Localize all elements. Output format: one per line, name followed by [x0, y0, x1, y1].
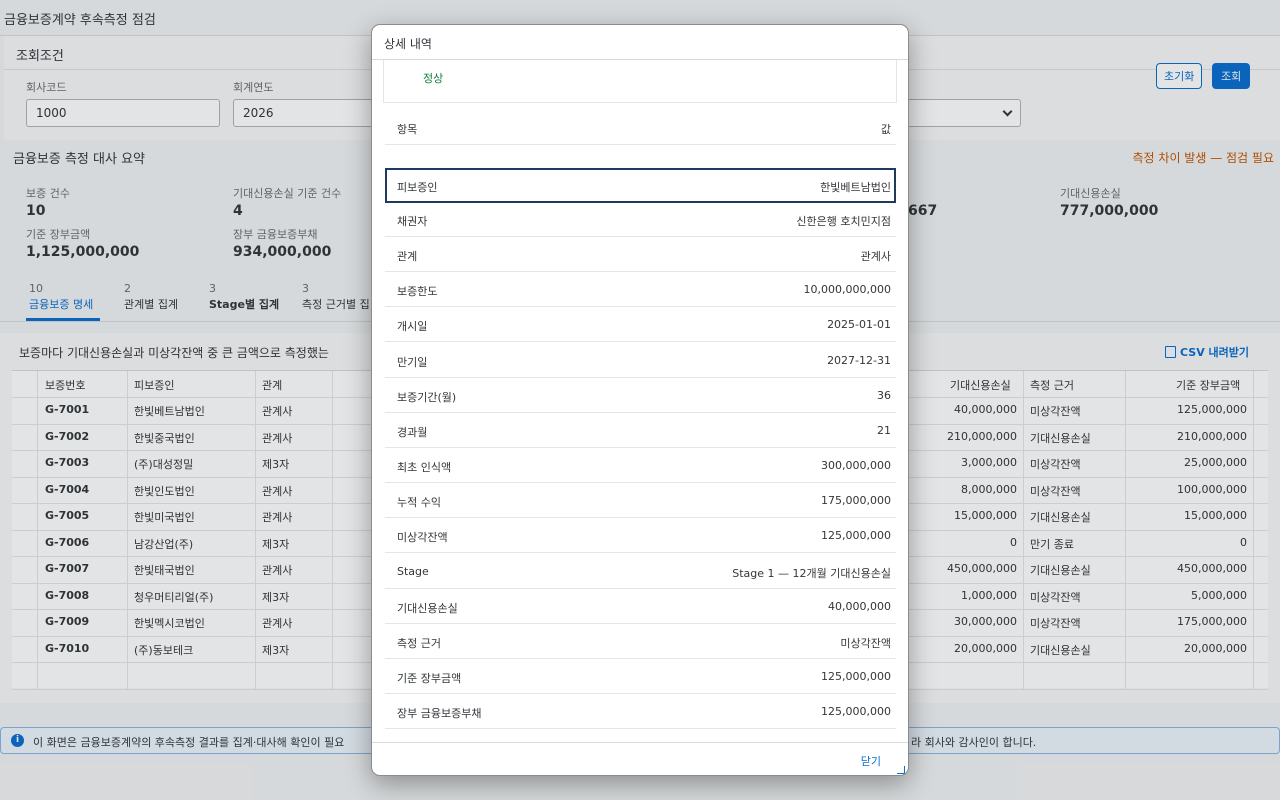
detail-row[interactable]: 측정 근거 미상각잔액	[385, 624, 896, 659]
detail-row[interactable]: 보증한도 10,000,000,000	[385, 272, 896, 308]
detail-value: 2025-01-01	[827, 318, 891, 332]
detail-value: 21	[877, 423, 891, 437]
dialog-header: 상세 내역	[372, 25, 908, 60]
detail-row[interactable]: 개시일 2025-01-01	[385, 307, 896, 343]
detail-row[interactable]: 피보증인 한빛베트남법인	[385, 168, 896, 203]
detail-header-key: 항목	[397, 123, 418, 136]
detail-row[interactable]: 장부 금융보증부채 125,000,000	[385, 694, 896, 730]
detail-row[interactable]: 보증기간(월) 36	[385, 378, 896, 413]
dialog-body[interactable]: 정상 항목 값 피보증인 한빛베트남법인채권자 신한은행 호치민지점관계 관계사보증한…	[372, 60, 908, 742]
detail-row[interactable]: 최초 인식액 300,000,000	[385, 448, 896, 484]
dialog-title: 상세 내역	[384, 37, 432, 51]
status-box: 정상	[383, 60, 897, 103]
detail-value: 40,000,000	[828, 599, 891, 613]
detail-row[interactable]: Stage Stage 1 — 12개월 기대신용손실	[385, 554, 896, 589]
detail-value: 신한은행 호치민지점	[796, 215, 891, 228]
detail-row[interactable]: 관계 관계사	[385, 237, 896, 273]
detail-key: 측정 근거	[397, 636, 441, 650]
close-button[interactable]: 닫기	[861, 753, 881, 769]
detail-value: 한빛베트남법인	[820, 181, 891, 194]
detail-key: 기준 장부금액	[397, 671, 462, 685]
detail-value: 300,000,000	[821, 459, 891, 473]
detail-key: 피보증인	[397, 181, 438, 194]
detail-row[interactable]: 채권자 신한은행 호치민지점	[385, 202, 896, 237]
detail-row[interactable]: 미상각잔액 125,000,000	[385, 518, 896, 554]
resize-handle[interactable]	[897, 766, 905, 774]
detail-value: 125,000,000	[821, 705, 891, 719]
detail-key: 기대신용손실	[397, 601, 458, 615]
detail-value: 관계사	[860, 250, 891, 264]
detail-key: 장부 금융보증부채	[397, 707, 482, 721]
detail-row[interactable]: 기대신용손실 40,000,000	[385, 589, 896, 624]
detail-key: 경과월	[397, 425, 428, 439]
detail-key: 최초 인식액	[397, 461, 452, 475]
detail-value: 미상각잔액	[840, 636, 891, 650]
detail-header-value: 값	[880, 123, 891, 136]
detail-key: 개시일	[397, 320, 428, 334]
detail-key: 관계	[397, 250, 418, 264]
detail-row[interactable]: 장부 누적 수익175,000,000	[385, 729, 896, 742]
detail-row[interactable]: 만기일 2027-12-31	[385, 343, 896, 378]
detail-value: 175,000,000	[821, 494, 891, 508]
status-text: 정상	[423, 72, 444, 85]
detail-key: 누적 수익	[397, 496, 441, 510]
detail-value: 125,000,000	[821, 669, 891, 683]
detail-key: 채권자	[397, 215, 428, 228]
detail-dialog: 상세 내역 정상 항목 값 피보증인 한빛베트남법인채권자 신한은행 호치민지점관계…	[371, 24, 909, 776]
detail-key: 미상각잔액	[397, 531, 448, 545]
detail-row[interactable]: 기준 장부금액 125,000,000	[385, 659, 896, 694]
detail-key: 보증기간(월)	[397, 390, 457, 404]
detail-value: 2027-12-31	[827, 353, 891, 367]
dialog-footer: 닫기	[372, 742, 908, 775]
detail-header-row: 항목 값	[385, 110, 896, 145]
detail-value: 36	[877, 388, 891, 402]
detail-value: 125,000,000	[821, 529, 891, 543]
detail-key: 만기일	[397, 355, 428, 369]
detail-value: 10,000,000,000	[803, 283, 891, 297]
detail-key: 보증한도	[397, 285, 438, 299]
detail-row[interactable]: 경과월 21	[385, 413, 896, 448]
detail-row[interactable]: 누적 수익 175,000,000	[385, 483, 896, 519]
detail-key: Stage	[397, 564, 429, 578]
detail-value: Stage 1 — 12개월 기대신용손실	[732, 566, 891, 580]
